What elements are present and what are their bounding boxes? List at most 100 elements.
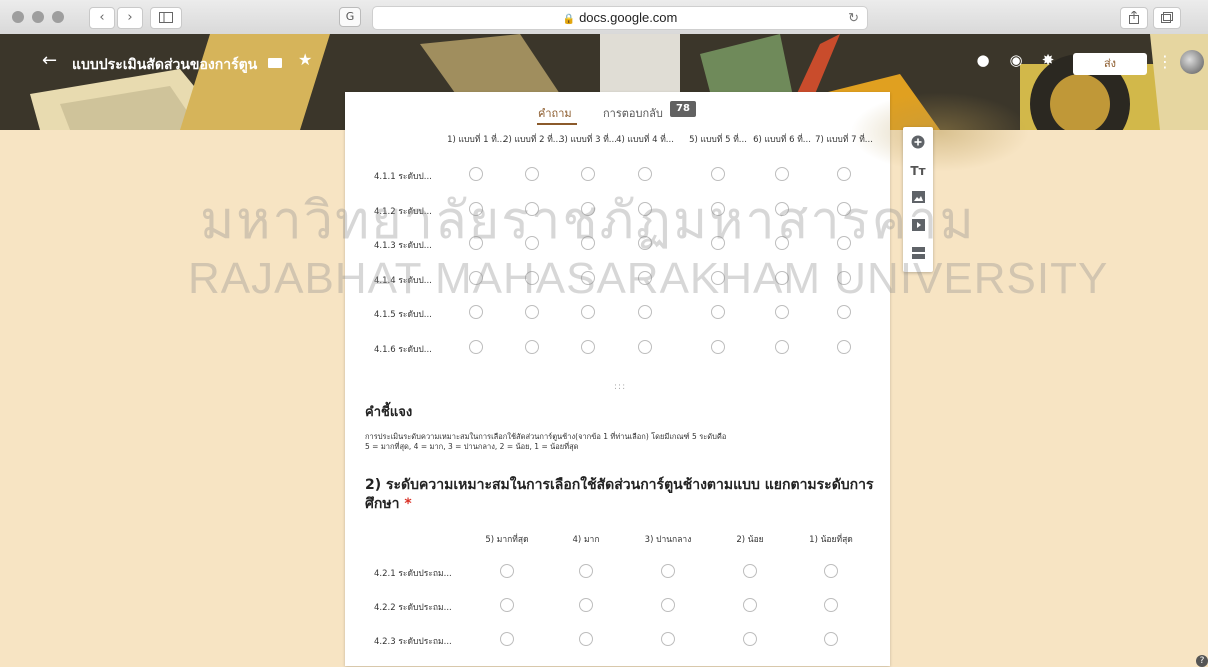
video-icon[interactable] bbox=[910, 219, 926, 235]
radio-option[interactable] bbox=[743, 564, 757, 578]
tab-responses[interactable]: การตอบกลับ bbox=[603, 104, 663, 122]
section-description[interactable]: การประเมินระดับความเหมาะสมในการเลือกใช้ส… bbox=[365, 432, 865, 452]
gear-icon[interactable]: ✸ bbox=[1040, 52, 1056, 68]
grid-column-header: 5) มากที่สุด bbox=[485, 535, 529, 545]
radio-option[interactable] bbox=[837, 167, 851, 181]
form-card: คำถาม การตอบกลับ 78 1) แบบที่ 1 ที่... 2)… bbox=[345, 92, 1030, 666]
radio-option[interactable] bbox=[837, 340, 851, 354]
radio-option[interactable] bbox=[581, 236, 595, 251]
sidebar-toggle-button[interactable] bbox=[150, 7, 182, 29]
address-bar[interactable]: 🔒 docs.google.com ↻ bbox=[372, 6, 868, 30]
radio-option[interactable] bbox=[824, 632, 838, 646]
radio-option[interactable] bbox=[743, 632, 757, 646]
radio-option[interactable] bbox=[525, 201, 539, 216]
radio-option[interactable] bbox=[638, 270, 652, 285]
radio-option[interactable] bbox=[743, 598, 757, 612]
radio-option[interactable] bbox=[525, 340, 539, 354]
form-title[interactable]: แบบประเมินสัดส่วนของการ์ตูน bbox=[72, 54, 257, 76]
folder-icon[interactable] bbox=[268, 58, 282, 68]
radio-option[interactable] bbox=[579, 564, 593, 578]
radio-option[interactable] bbox=[775, 340, 789, 354]
radio-option[interactable] bbox=[469, 167, 483, 181]
tabs-icon bbox=[1161, 12, 1173, 23]
drag-handle[interactable]: ::: bbox=[614, 382, 626, 392]
more-vert-icon[interactable]: ⋮ bbox=[1157, 52, 1173, 71]
radio-option[interactable] bbox=[711, 167, 725, 181]
radio-option[interactable] bbox=[638, 167, 652, 181]
radio-option[interactable] bbox=[775, 167, 789, 181]
send-button[interactable]: ส่ง bbox=[1073, 53, 1147, 75]
section-icon[interactable] bbox=[910, 247, 926, 263]
radio-option[interactable] bbox=[500, 598, 514, 612]
site-favicon-icon[interactable]: G bbox=[339, 7, 361, 27]
radio-option[interactable] bbox=[469, 236, 483, 251]
radio-option[interactable] bbox=[711, 201, 725, 216]
radio-option[interactable] bbox=[525, 167, 539, 181]
star-icon[interactable]: ★ bbox=[298, 50, 312, 69]
grid-row-label: 4.1.5 ระดับป... bbox=[374, 310, 432, 321]
image-icon[interactable] bbox=[910, 191, 926, 207]
radio-option[interactable] bbox=[638, 236, 652, 251]
radio-option[interactable] bbox=[581, 167, 595, 181]
radio-option[interactable] bbox=[638, 305, 652, 320]
browser-back-button[interactable]: ‹ bbox=[89, 7, 115, 29]
url-text: docs.google.com bbox=[579, 10, 678, 25]
palette-icon[interactable]: ● bbox=[975, 52, 991, 68]
window-zoom-button[interactable] bbox=[52, 11, 64, 23]
radio-option[interactable] bbox=[638, 201, 652, 216]
radio-option[interactable] bbox=[837, 201, 851, 216]
radio-option[interactable] bbox=[579, 632, 593, 646]
radio-option[interactable] bbox=[837, 270, 851, 285]
radio-option[interactable] bbox=[837, 305, 851, 320]
add-circle-icon[interactable] bbox=[910, 135, 926, 151]
section-title[interactable]: คำชี้แจง bbox=[365, 401, 412, 422]
radio-option[interactable] bbox=[581, 270, 595, 285]
radio-option[interactable] bbox=[775, 236, 789, 251]
radio-option[interactable] bbox=[824, 564, 838, 578]
grid-column-header: 2) แบบที่ 2 ที่... bbox=[503, 135, 561, 145]
radio-option[interactable] bbox=[661, 632, 675, 646]
radio-option[interactable] bbox=[500, 564, 514, 578]
radio-option[interactable] bbox=[525, 236, 539, 251]
radio-option[interactable] bbox=[824, 598, 838, 612]
radio-option[interactable] bbox=[775, 201, 789, 216]
radio-option[interactable] bbox=[775, 270, 789, 285]
reload-icon[interactable]: ↻ bbox=[848, 7, 859, 29]
radio-option[interactable] bbox=[837, 236, 851, 251]
avatar[interactable] bbox=[1180, 50, 1204, 74]
window-close-button[interactable] bbox=[12, 11, 24, 23]
radio-option[interactable] bbox=[525, 305, 539, 320]
arrow-left-icon[interactable]: ← bbox=[42, 50, 57, 71]
radio-option[interactable] bbox=[469, 201, 483, 216]
radio-option[interactable] bbox=[711, 236, 725, 251]
radio-option[interactable] bbox=[469, 340, 483, 354]
radio-option[interactable] bbox=[525, 270, 539, 285]
eye-icon[interactable]: ◉ bbox=[1008, 52, 1024, 68]
radio-option[interactable] bbox=[711, 340, 725, 354]
question-title[interactable]: 2) ระดับความเหมาะสมในการเลือกใช้สัดส่วนก… bbox=[365, 476, 875, 514]
radio-option[interactable] bbox=[775, 305, 789, 320]
title-icon[interactable]: Tт bbox=[910, 163, 926, 179]
window-minimize-button[interactable] bbox=[32, 11, 44, 23]
radio-option[interactable] bbox=[581, 201, 595, 216]
grid-row-label: 4.1.3 ระดับป... bbox=[374, 241, 432, 252]
radio-option[interactable] bbox=[661, 564, 675, 578]
tab-indicator bbox=[537, 123, 577, 125]
radio-option[interactable] bbox=[661, 598, 675, 612]
share-button[interactable] bbox=[1120, 7, 1148, 29]
radio-option[interactable] bbox=[469, 305, 483, 320]
grid-row-label: 4.1.1 ระดับป... bbox=[374, 172, 432, 182]
radio-option[interactable] bbox=[469, 270, 483, 285]
browser-forward-button[interactable]: › bbox=[117, 7, 143, 29]
radio-option[interactable] bbox=[581, 340, 595, 354]
radio-option[interactable] bbox=[711, 270, 725, 285]
radio-option[interactable] bbox=[711, 305, 725, 320]
help-icon[interactable]: ? bbox=[1196, 655, 1208, 667]
sidebar-icon bbox=[159, 12, 173, 23]
radio-option[interactable] bbox=[581, 305, 595, 320]
radio-option[interactable] bbox=[500, 632, 514, 646]
radio-option[interactable] bbox=[638, 340, 652, 354]
tabs-overview-button[interactable] bbox=[1153, 7, 1181, 29]
tab-questions[interactable]: คำถาม bbox=[538, 104, 572, 122]
radio-option[interactable] bbox=[579, 598, 593, 612]
